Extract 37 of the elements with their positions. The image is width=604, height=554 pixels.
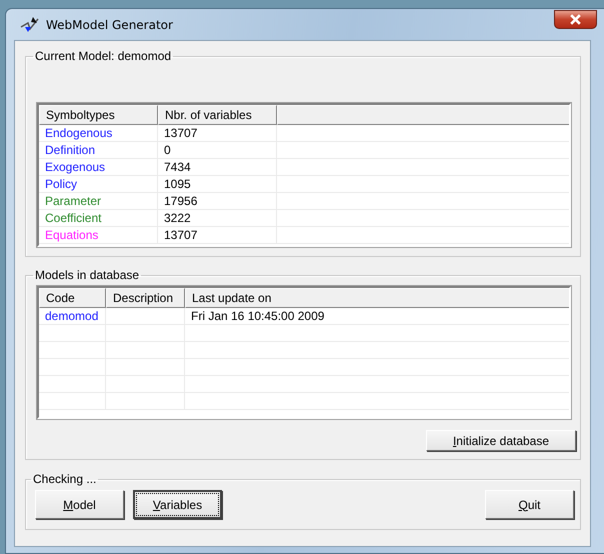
column-header[interactable]: Description	[106, 288, 185, 308]
table-cell: Policy	[45, 177, 78, 191]
group-legend: Checking ...	[31, 472, 98, 486]
dialog-button[interactable]: Quit	[485, 490, 574, 519]
dialog-button[interactable]: Model	[35, 490, 124, 519]
table-cell: Definition	[45, 143, 96, 157]
column-header[interactable]	[277, 105, 569, 125]
table-cell: 7434	[164, 160, 191, 174]
column-header[interactable]: Last update on	[185, 288, 569, 308]
group-legend: Models in database	[33, 268, 142, 282]
table-cell: Fri Jan 16 10:45:00 2009	[191, 309, 324, 323]
table-cell: Exogenous	[45, 160, 106, 174]
column-header[interactable]: Nbr. of variables	[158, 105, 277, 125]
table-cell: 1095	[164, 177, 191, 191]
table-cell: 17956	[164, 194, 198, 208]
app-icon	[20, 14, 40, 34]
dialog-button[interactable]: Variables	[133, 490, 222, 519]
column-header[interactable]: Code	[39, 288, 106, 308]
close-icon	[569, 14, 582, 25]
table-cell: 0	[164, 143, 171, 157]
window-title: WebModel Generator	[46, 18, 173, 32]
table-cell	[39, 342, 106, 359]
table-cell: 13707	[164, 228, 198, 242]
table-cell: Parameter	[45, 194, 102, 208]
table-cell: Coefficient	[45, 211, 102, 225]
table-cell	[39, 393, 106, 410]
column-header[interactable]: Symboltypes	[39, 105, 158, 125]
close-button[interactable]	[554, 10, 597, 29]
table-cell: Equations	[45, 228, 98, 242]
table-cell[interactable]: demomod	[45, 309, 98, 323]
group-legend: Current Model: demomod	[33, 49, 174, 63]
table-cell: Endogenous	[45, 126, 112, 140]
table-cell	[39, 359, 106, 376]
initialize-database-button[interactable]: Initialize database	[426, 430, 576, 451]
table-cell	[39, 376, 106, 393]
table-cell: 3222	[164, 211, 191, 225]
table-cell: 13707	[164, 126, 198, 140]
